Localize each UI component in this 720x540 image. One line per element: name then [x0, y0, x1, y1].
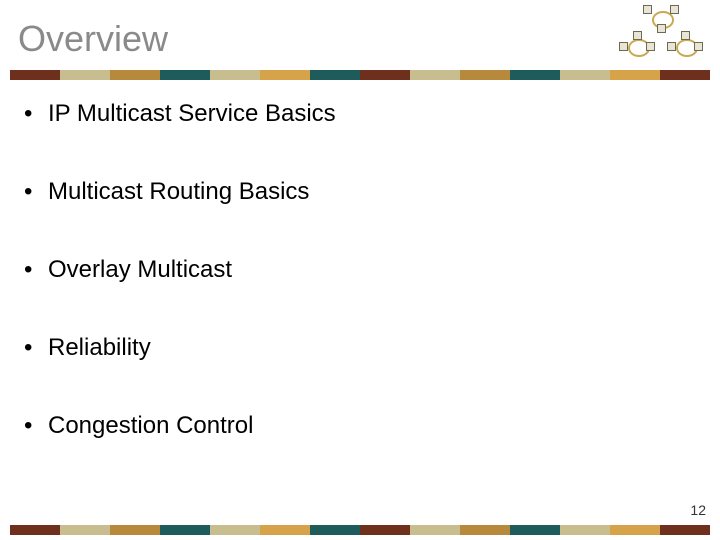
- list-item: • Multicast Routing Basics: [24, 178, 684, 206]
- bullet-dot: •: [24, 256, 48, 284]
- bar-segment: [160, 70, 210, 80]
- divider-bar-top: [10, 70, 710, 80]
- bar-segment: [10, 70, 60, 80]
- bar-segment: [310, 525, 360, 535]
- bar-segment: [410, 70, 460, 80]
- bar-segment: [60, 525, 110, 535]
- bar-segment: [460, 525, 510, 535]
- bar-segment: [310, 70, 360, 80]
- bar-segment: [210, 70, 260, 80]
- bar-segment: [610, 525, 660, 535]
- list-item: • Congestion Control: [24, 412, 684, 440]
- bullet-dot: •: [24, 178, 48, 206]
- bar-segment: [560, 70, 610, 80]
- list-item: • Reliability: [24, 334, 684, 362]
- bar-segment: [460, 70, 510, 80]
- bullet-dot: •: [24, 100, 48, 128]
- bar-segment: [360, 525, 410, 535]
- bar-segment: [660, 70, 710, 80]
- bar-segment: [160, 525, 210, 535]
- bar-segment: [60, 70, 110, 80]
- bar-segment: [660, 525, 710, 535]
- slide: Overview • IP Multicast Service Basics: [0, 0, 720, 540]
- bar-segment: [410, 525, 460, 535]
- bullet-list: • IP Multicast Service Basics • Multicas…: [24, 100, 684, 490]
- network-icon: [616, 6, 708, 64]
- bullet-text: Reliability: [48, 334, 151, 362]
- divider-bar-bottom: [10, 525, 710, 535]
- bar-segment: [610, 70, 660, 80]
- slide-title: Overview: [18, 18, 168, 60]
- bar-segment: [110, 525, 160, 535]
- list-item: • IP Multicast Service Basics: [24, 100, 684, 128]
- bar-segment: [510, 70, 560, 80]
- bullet-dot: •: [24, 334, 48, 362]
- bar-segment: [210, 525, 260, 535]
- bar-segment: [260, 525, 310, 535]
- bar-segment: [260, 70, 310, 80]
- bar-segment: [510, 525, 560, 535]
- bullet-dot: •: [24, 412, 48, 440]
- bar-segment: [110, 70, 160, 80]
- bar-segment: [10, 525, 60, 535]
- page-number: 12: [690, 502, 706, 518]
- list-item: • Overlay Multicast: [24, 256, 684, 284]
- bullet-text: Multicast Routing Basics: [48, 178, 309, 206]
- bar-segment: [360, 70, 410, 80]
- bar-segment: [560, 525, 610, 535]
- bullet-text: Overlay Multicast: [48, 256, 232, 284]
- bullet-text: IP Multicast Service Basics: [48, 100, 336, 128]
- bullet-text: Congestion Control: [48, 412, 253, 440]
